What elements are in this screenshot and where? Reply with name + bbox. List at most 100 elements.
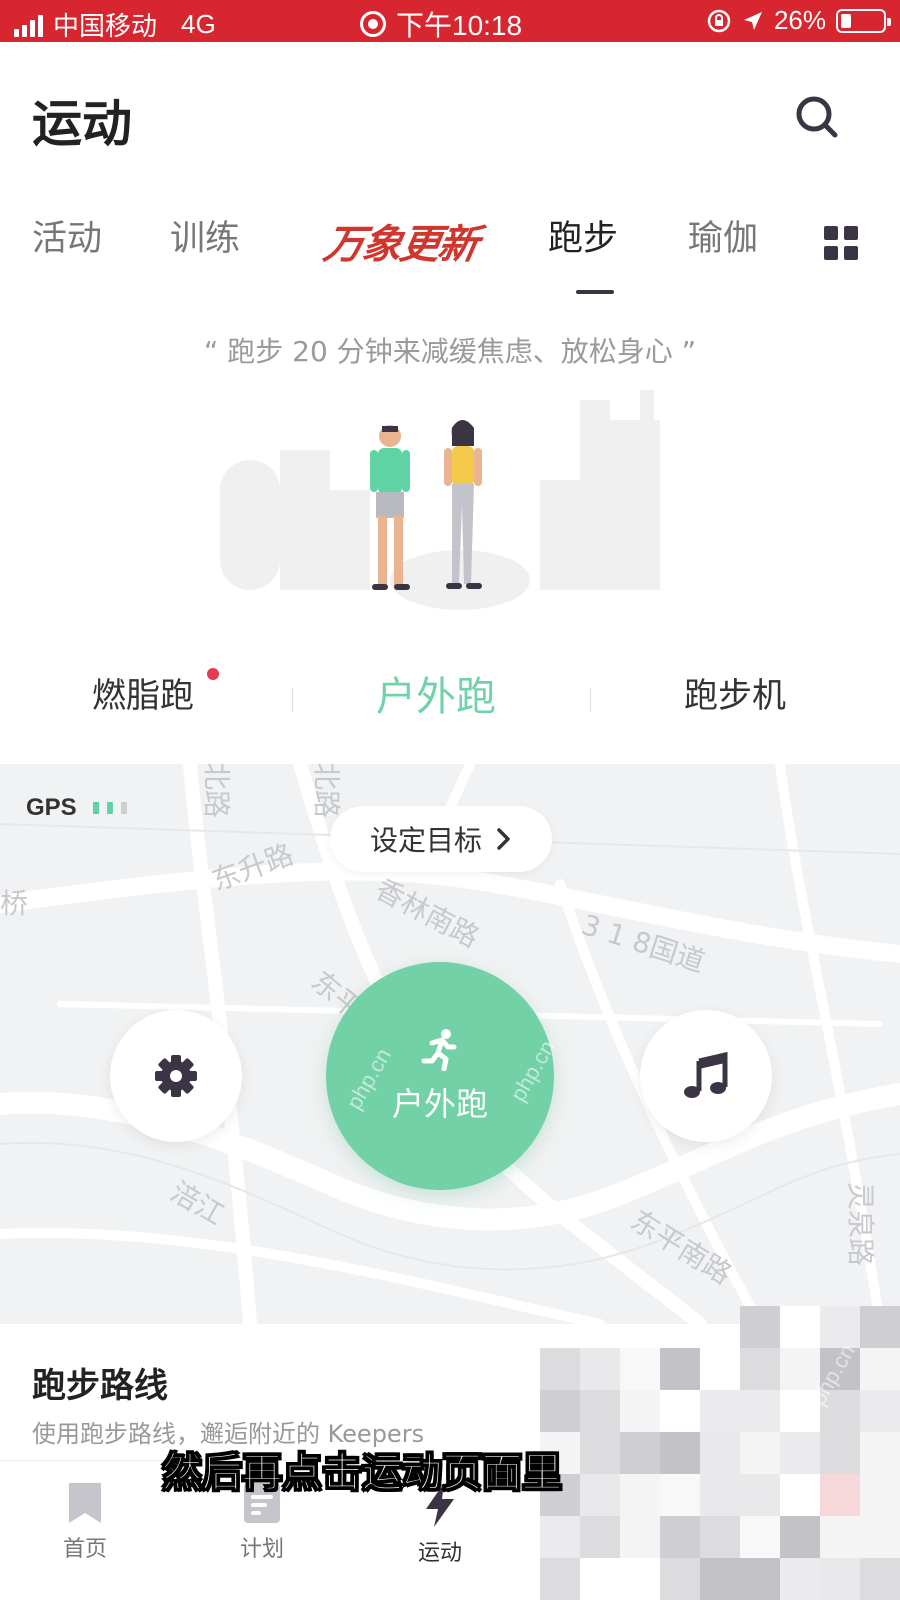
road-label: 北路 xyxy=(200,764,234,819)
mosaic-block xyxy=(540,1348,580,1390)
mode-treadmill[interactable]: 跑步机 xyxy=(684,668,786,717)
battery-percent: 26% xyxy=(773,5,826,35)
gps-status: GPS xyxy=(26,794,127,822)
mosaic-block xyxy=(740,1348,780,1390)
mode-divider xyxy=(292,688,293,712)
runners-illustration xyxy=(200,380,700,620)
set-goal-button[interactable]: 设定目标 xyxy=(330,806,552,872)
signal-icon xyxy=(14,13,43,37)
mode-outdoor-run[interactable]: 户外跑 xyxy=(376,664,496,722)
mosaic-block xyxy=(780,1306,820,1348)
grid-icon[interactable] xyxy=(824,226,858,260)
mosaic-block xyxy=(660,1516,700,1558)
search-button[interactable] xyxy=(790,90,844,144)
mosaic-block xyxy=(740,1390,780,1432)
mosaic-block xyxy=(860,1348,900,1390)
mode-fat-burn[interactable]: 燃脂跑 xyxy=(92,668,194,717)
mosaic-block xyxy=(700,1474,740,1516)
nav-sport-label: 运动 xyxy=(417,1541,462,1566)
mosaic-block xyxy=(780,1558,820,1600)
record-icon xyxy=(360,11,386,37)
mosaic-block xyxy=(860,1432,900,1474)
mosaic-block xyxy=(700,1348,740,1390)
mosaic-block xyxy=(660,1474,700,1516)
mosaic-block xyxy=(860,1390,900,1432)
road-label: 桥 xyxy=(0,887,29,920)
set-goal-label: 设定目标 xyxy=(369,824,482,857)
mosaic-block xyxy=(660,1348,700,1390)
mosaic-block xyxy=(740,1558,780,1600)
new-badge-dot xyxy=(207,668,219,680)
mosaic-block xyxy=(820,1558,860,1600)
mosaic-block xyxy=(820,1474,860,1516)
gps-signal-icon xyxy=(92,802,127,814)
tab-activity[interactable]: 活动 xyxy=(32,210,102,261)
gear-icon xyxy=(155,1055,197,1097)
tab-training[interactable]: 训练 xyxy=(170,210,240,261)
settings-button[interactable] xyxy=(110,1010,242,1142)
status-center: 下午10:18 xyxy=(360,4,522,44)
mosaic-block xyxy=(660,1558,700,1600)
mosaic-block xyxy=(660,1306,700,1348)
status-right: 26% xyxy=(706,5,891,36)
mosaic-block xyxy=(540,1516,580,1558)
gps-label: GPS xyxy=(26,794,77,821)
mosaic-block xyxy=(700,1558,740,1600)
mosaic-block xyxy=(860,1558,900,1600)
mosaic-block xyxy=(860,1516,900,1558)
chevron-right-icon xyxy=(497,828,510,850)
category-tabs: 活动 训练 万象更新 跑步 瑜伽 xyxy=(0,210,900,270)
status-time: 下午10:18 xyxy=(396,10,523,41)
mosaic-block xyxy=(620,1474,660,1516)
tab-yoga[interactable]: 瑜伽 xyxy=(688,210,758,261)
mode-divider xyxy=(590,688,591,712)
start-button-label: 户外跑 xyxy=(391,1085,488,1123)
mosaic-block xyxy=(820,1516,860,1558)
bookmark-icon xyxy=(69,1483,101,1523)
page-title: 运动 xyxy=(32,95,132,153)
mosaic-block xyxy=(620,1558,660,1600)
mosaic-block xyxy=(540,1390,580,1432)
mosaic-block xyxy=(620,1516,660,1558)
status-bar: 中国移动 4G 下午10:18 26% xyxy=(0,0,900,42)
search-icon xyxy=(796,96,838,138)
mosaic-block xyxy=(540,1558,580,1600)
carrier-name: 中国移动 xyxy=(53,11,158,41)
mosaic-block xyxy=(580,1558,620,1600)
mosaic-block xyxy=(580,1348,620,1390)
mosaic-block xyxy=(700,1390,740,1432)
running-person-icon xyxy=(421,1029,457,1071)
mosaic-block xyxy=(860,1306,900,1348)
music-button[interactable] xyxy=(640,1010,772,1142)
mosaic-block xyxy=(740,1516,780,1558)
mosaic-block xyxy=(540,1306,580,1348)
mosaic-block xyxy=(580,1474,620,1516)
nav-plan-label: 计划 xyxy=(239,1537,284,1562)
running-routes-title[interactable]: 跑步路线 xyxy=(32,1358,168,1407)
mosaic-block xyxy=(700,1432,740,1474)
mosaic-block xyxy=(620,1432,660,1474)
mosaic-block xyxy=(620,1348,660,1390)
mosaic-block xyxy=(660,1432,700,1474)
mosaic-block xyxy=(780,1516,820,1558)
nav-home[interactable]: 首页 xyxy=(30,1481,140,1563)
mosaic-block xyxy=(580,1390,620,1432)
network-type: 4G xyxy=(181,9,216,39)
tab-indicator xyxy=(576,290,614,294)
mosaic-block xyxy=(780,1432,820,1474)
mosaic-block xyxy=(780,1474,820,1516)
road-label: 灵泉路 xyxy=(844,1181,878,1267)
motivational-quote: “ 跑步 20 分钟来减缓焦虑、放松身心 ” xyxy=(203,335,697,368)
tab-promo-wanxiang[interactable]: 万象更新 xyxy=(320,212,482,270)
mosaic-block xyxy=(820,1432,860,1474)
mosaic-block xyxy=(580,1432,620,1474)
mosaic-block xyxy=(580,1306,620,1348)
mosaic-block xyxy=(660,1390,700,1432)
mosaic-block xyxy=(740,1306,780,1348)
tab-running[interactable]: 跑步 xyxy=(548,210,618,261)
battery-icon xyxy=(836,8,891,33)
mosaic-block xyxy=(580,1516,620,1558)
mosaic-block xyxy=(620,1390,660,1432)
mosaic-block xyxy=(620,1306,660,1348)
mosaic-block xyxy=(700,1516,740,1558)
